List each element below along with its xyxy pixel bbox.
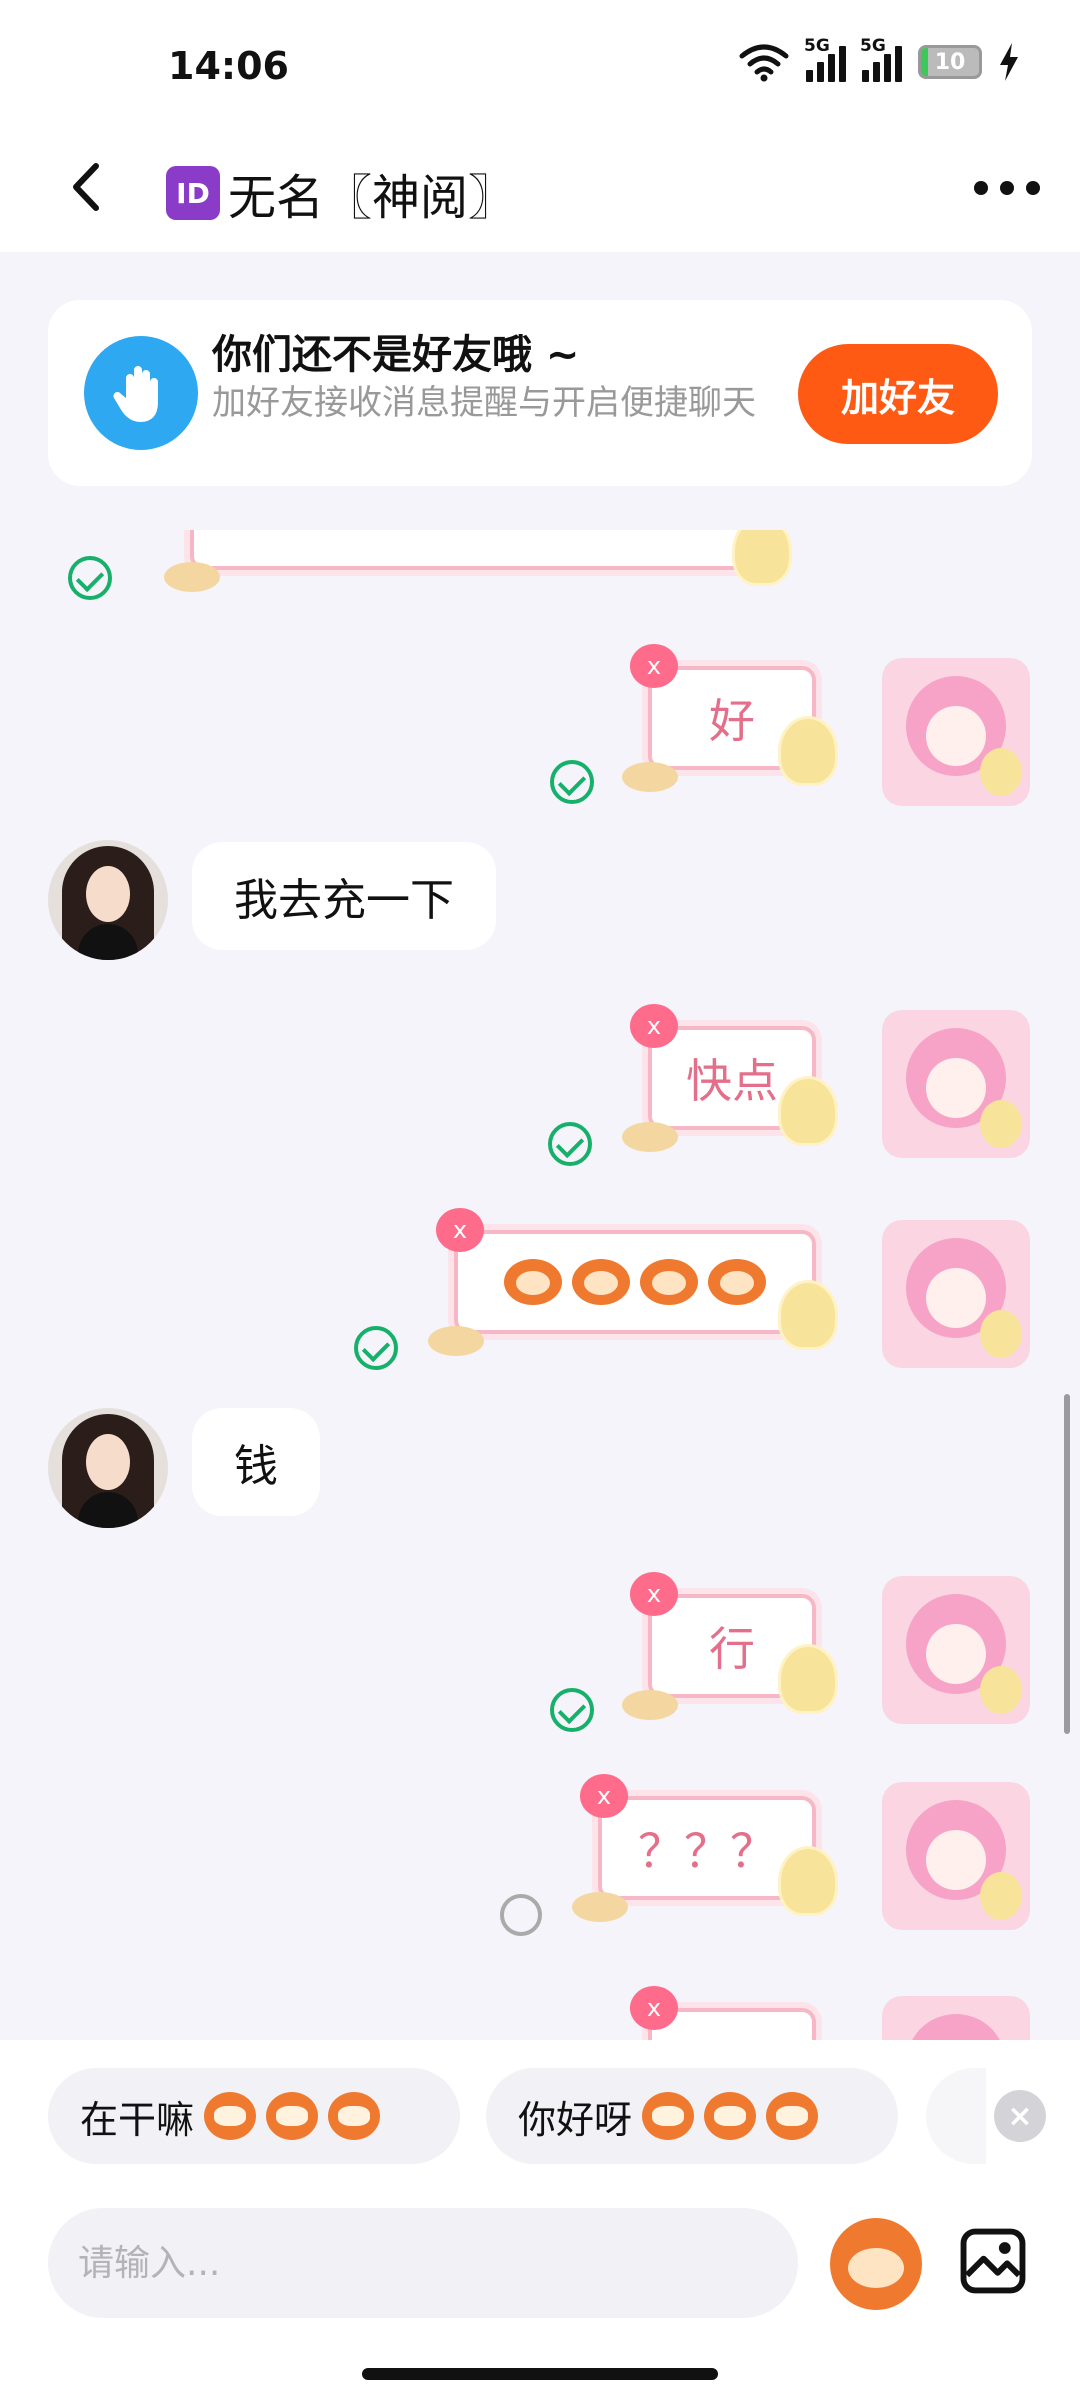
id-badge-icon: ID	[166, 166, 220, 220]
back-icon[interactable]	[54, 152, 124, 222]
message-input[interactable]	[48, 2208, 798, 2318]
emoji-icon[interactable]	[830, 2218, 922, 2310]
add-friend-button[interactable]: 加好友	[798, 344, 998, 444]
chat-header: ID 无名〖神阅〗	[0, 130, 1080, 252]
monkey-icon	[572, 1259, 630, 1305]
sticker-message[interactable]: x	[630, 1986, 816, 2040]
my-avatar[interactable]	[882, 1782, 1030, 1930]
image-icon[interactable]	[960, 2228, 1026, 2294]
wave-hand-icon	[84, 336, 198, 450]
quick-reply-chip[interactable]: 在干嘛	[48, 2068, 460, 2164]
my-avatar[interactable]	[882, 658, 1030, 806]
status-bar: 14:06 5G 5G 10	[0, 0, 1080, 130]
charging-icon	[1000, 43, 1018, 81]
sticker-message[interactable]: x 快点	[622, 1004, 838, 1152]
sticker-message[interactable]	[164, 530, 792, 592]
sticker-message[interactable]: x	[428, 1208, 838, 1356]
sent-status-icon	[550, 760, 594, 804]
close-icon[interactable]: ×	[994, 2090, 1046, 2142]
chat-title: ID 无名〖神阅〗	[166, 158, 516, 228]
sending-status-icon	[500, 1894, 542, 1936]
sticker-message[interactable]: x ？？？	[572, 1774, 838, 1922]
my-avatar[interactable]	[882, 1220, 1030, 1368]
sticker-message[interactable]: x 好	[622, 644, 838, 792]
status-time: 14:06	[168, 44, 289, 88]
text-message[interactable]: 我去充一下	[192, 842, 496, 950]
contact-name: 无名〖神阅〗	[228, 170, 517, 226]
monkey-icon	[504, 1259, 562, 1305]
monkey-icon	[708, 1259, 766, 1305]
peer-avatar[interactable]	[48, 1408, 168, 1528]
status-icons: 5G 5G 10	[738, 36, 1020, 82]
monkey-icon	[640, 1259, 698, 1305]
wifi-icon	[739, 44, 789, 82]
sent-status-icon	[354, 1326, 398, 1370]
my-avatar[interactable]	[882, 1010, 1030, 1158]
battery-icon: 10	[918, 45, 982, 79]
add-friend-card: 你们还不是好友哦 ~ 加好友接收消息提醒与开启便捷聊天 加好友	[48, 300, 1032, 486]
more-options-icon[interactable]	[974, 168, 1040, 208]
signal-icon-2: 5G	[860, 36, 902, 82]
text-message[interactable]: 钱	[192, 1408, 320, 1516]
quick-reply-chip-overflow[interactable]	[926, 2068, 986, 2164]
signal-icon: 5G	[804, 36, 846, 82]
sent-status-icon	[550, 1688, 594, 1732]
my-avatar[interactable]	[882, 1996, 1030, 2040]
quick-reply-chip[interactable]: 你好呀	[486, 2068, 898, 2164]
monkey-emoji-row	[504, 1259, 766, 1305]
friend-prompt-title: 你们还不是好友哦 ~	[212, 332, 580, 378]
battery-level: 10	[934, 50, 966, 75]
home-indicator[interactable]	[362, 2368, 718, 2380]
sent-status-icon	[548, 1122, 592, 1166]
my-avatar[interactable]	[882, 1576, 1030, 1724]
friend-prompt-description: 加好友接收消息提醒与开启便捷聊天	[212, 383, 756, 423]
peer-avatar[interactable]	[48, 840, 168, 960]
sent-status-icon	[68, 556, 112, 600]
message-list[interactable]: x 好 我去充一下 x 快点 x 钱 x 行 x ？？？ x	[0, 530, 1080, 2040]
wide-eyed-monkey-icon	[642, 2092, 819, 2140]
quick-reply-bar: 在干嘛 你好呀 ×	[0, 2040, 1080, 2200]
sticker-message[interactable]: x 行	[622, 1572, 838, 1720]
scrollbar[interactable]	[1064, 1394, 1070, 1734]
grinning-monkey-icon	[204, 2092, 381, 2140]
